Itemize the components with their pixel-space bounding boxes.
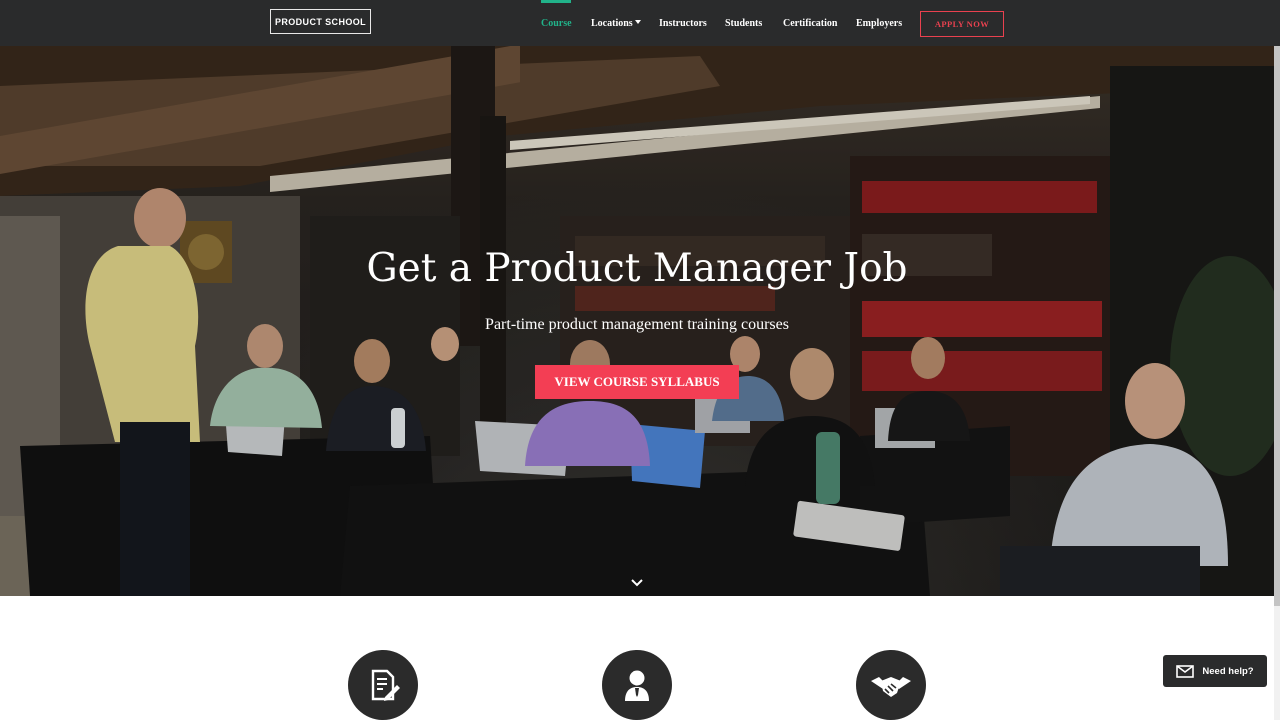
document-edit-icon <box>348 650 418 720</box>
active-nav-indicator <box>541 0 571 3</box>
hero-section: Get a Product Manager Job Part-time prod… <box>0 46 1280 596</box>
nav-link-students[interactable]: Students <box>725 18 762 29</box>
apply-now-button[interactable]: APPLY NOW <box>920 11 1004 37</box>
caret-down-icon <box>634 20 641 24</box>
envelope-icon <box>1176 664 1195 678</box>
scrollbar-thumb[interactable] <box>1274 46 1280 606</box>
nav-link-instructors[interactable]: Instructors <box>659 18 707 29</box>
nav-link-employers[interactable]: Employers <box>856 18 902 29</box>
nav-link-locations-label: Locations <box>591 18 633 29</box>
nav-link-locations[interactable]: Locations <box>591 18 641 29</box>
nav-link-certification[interactable]: Certification <box>783 18 837 29</box>
hero-subtitle: Part-time product management training co… <box>485 316 789 333</box>
need-help-widget[interactable]: Need help? <box>1163 655 1267 687</box>
nav-link-course[interactable]: Course <box>541 18 572 29</box>
chevron-down-icon[interactable] <box>629 576 645 588</box>
page-scrollbar[interactable] <box>1274 46 1280 720</box>
need-help-label: Need help? <box>1202 665 1254 677</box>
product-school-logo[interactable]: PRODUCT SCHOOL <box>270 9 371 34</box>
handshake-icon <box>856 650 926 720</box>
hero-title: Get a Product Manager Job <box>366 246 908 291</box>
view-course-syllabus-button[interactable]: VIEW COURSE SYLLABUS <box>535 365 739 399</box>
top-navbar: PRODUCT SCHOOL Course Locations Instruct… <box>0 0 1280 46</box>
instructor-icon <box>602 650 672 720</box>
